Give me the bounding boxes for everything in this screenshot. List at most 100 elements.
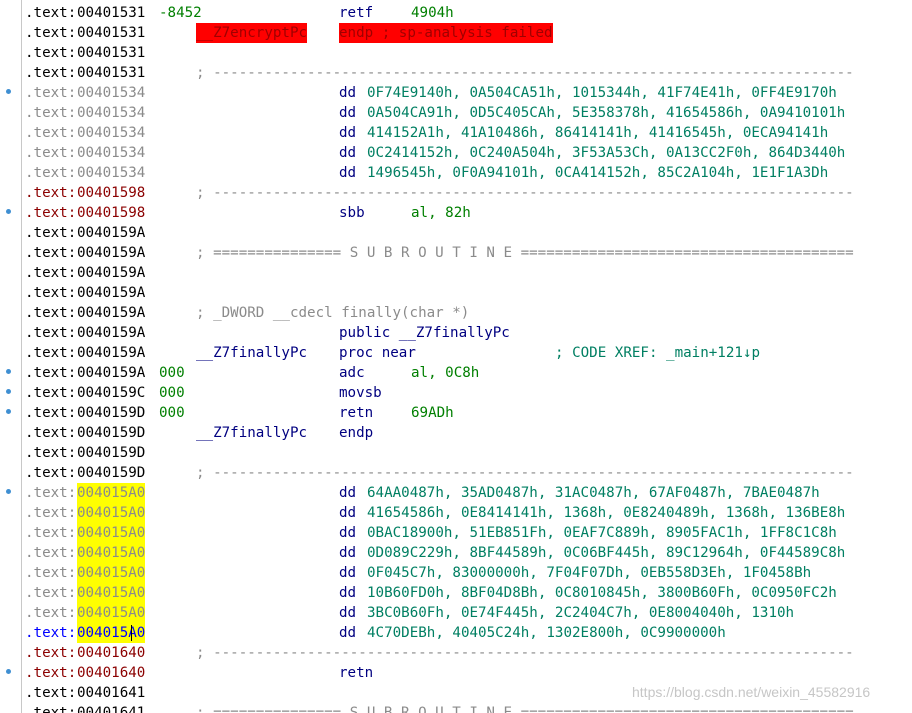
address-offset[interactable]: 00401640 (77, 643, 145, 663)
function-label[interactable]: __Z7finallyPc (196, 343, 307, 363)
address-offset[interactable]: 0040159D (77, 463, 145, 483)
instruction-operand[interactable]: 1496545h, 0F0A94101h, 0CA414152h, 85C2A1… (367, 163, 828, 183)
address-offset[interactable]: 00401531 (77, 63, 145, 83)
disasm-line[interactable]: .text: 0040159D 000 retn 69ADh (0, 403, 912, 423)
address-offset[interactable]: 004015A0 (77, 603, 146, 623)
disasm-line[interactable]: .text: 00401640 ; ------------------------… (0, 643, 912, 663)
instruction-mnemonic[interactable]: proc near (339, 343, 416, 363)
address-segment[interactable]: .text: (25, 43, 77, 63)
disasm-line[interactable]: .text: 0040159A (0, 263, 912, 283)
instruction-mnemonic[interactable]: endp (339, 423, 373, 443)
instruction-operand[interactable]: 0F74E9140h, 0A504CA51h, 1015344h, 41F74E… (367, 83, 837, 103)
instruction-mnemonic[interactable]: dd (339, 583, 356, 603)
instruction-mnemonic[interactable]: sbb (339, 203, 365, 223)
address-segment[interactable]: .text: (25, 683, 77, 703)
address-segment[interactable]: .text: (25, 283, 77, 303)
address-segment[interactable]: .text: (25, 103, 77, 123)
address-segment[interactable]: .text: (25, 223, 77, 243)
instruction-operand[interactable]: 64AA0487h, 35AD0487h, 31AC0487h, 67AF048… (367, 483, 820, 503)
instruction-mnemonic[interactable]: public __Z7finallyPc (339, 323, 510, 343)
instruction-mnemonic[interactable]: dd (339, 163, 356, 183)
address-offset[interactable]: 00401534 (77, 143, 145, 163)
disasm-line[interactable]: .text: 00401534 dd 0F74E9140h, 0A504CA51h, … (0, 83, 912, 103)
instruction-operand[interactable]: 0C2414152h, 0C240A504h, 3F53A53Ch, 0A13C… (367, 143, 845, 163)
address-segment[interactable]: .text: (25, 463, 77, 483)
address-offset[interactable]: 0040159D (77, 423, 145, 443)
instruction-operand[interactable]: 0A504CA91h, 0D5C405CAh, 5E358378h, 41654… (367, 103, 845, 123)
instruction-mnemonic[interactable]: retf (339, 3, 373, 23)
address-offset[interactable]: 00401641 (77, 683, 145, 703)
disasm-line[interactable]: .text: 0040159A ; _DWORD __cdecl finally(c… (0, 303, 912, 323)
disasm-line[interactable]: .text: 00401534 dd 1496545h, 0F0A94101h, 0C… (0, 163, 912, 183)
disasm-line[interactable]: .text: 00401531 ; ------------------------… (0, 63, 912, 83)
breakpoint-dot-icon[interactable] (6, 489, 11, 494)
address-segment[interactable]: .text: (25, 183, 77, 203)
breakpoint-dot-icon[interactable] (6, 669, 11, 674)
disasm-line[interactable]: .text: 00401531 -8452 retf 4904h (0, 3, 912, 23)
address-segment[interactable]: .text: (25, 503, 77, 523)
disasm-line[interactable]: .text: 00401531 (0, 43, 912, 63)
instruction-mnemonic[interactable]: adc (339, 363, 365, 383)
disasm-line[interactable]: .text: 00401534 dd 0A504CA91h, 0D5C405CAh, … (0, 103, 912, 123)
address-segment[interactable]: .text: (25, 703, 77, 713)
breakpoint-dot-icon[interactable] (6, 209, 11, 214)
instruction-operand[interactable]: al, 0C8h (411, 363, 479, 383)
address-offset[interactable]: 0040159A (77, 243, 145, 263)
instruction-operand[interactable]: 41654586h, 0E8414141h, 1368h, 0E8240489h… (367, 503, 845, 523)
disasm-line[interactable]: .text: 004015A0 dd 64AA0487h, 35AD0487h, 31… (0, 483, 912, 503)
address-segment[interactable]: .text: (25, 143, 77, 163)
address-offset[interactable]: 004015A0 (77, 523, 146, 543)
address-segment[interactable]: .text: (25, 303, 77, 323)
disasm-line[interactable]: .text: 004015A0 dd 10B60FD0h, 8BF04D8Bh, 0C… (0, 583, 912, 603)
address-offset[interactable]: 00401641 (77, 703, 145, 713)
disasm-line[interactable]: .text: 0040159C 000 movsb (0, 383, 912, 403)
address-segment[interactable]: .text: (25, 203, 77, 223)
address-offset[interactable]: 00401534 (77, 103, 145, 123)
address-offset[interactable]: 0040159A (77, 363, 145, 383)
disasm-line[interactable]: .text: 004015A0 dd 41654586h, 0E8414141h, 1… (0, 503, 912, 523)
instruction-mnemonic[interactable]: dd (339, 483, 356, 503)
address-segment[interactable]: .text: (25, 63, 77, 83)
disasm-line[interactable]: .text: 00401534 dd 414152A1h, 41A10486h, 86… (0, 123, 912, 143)
address-segment[interactable]: .text: (25, 623, 77, 643)
disasm-line[interactable]: .text: 0040159A (0, 283, 912, 303)
address-offset[interactable]: 004015A0 (77, 483, 146, 503)
instruction-mnemonic[interactable]: retn (339, 403, 373, 423)
address-segment[interactable]: .text: (25, 483, 77, 503)
disasm-line[interactable]: .text: 00401598 ; ------------------------… (0, 183, 912, 203)
address-offset[interactable]: 00401640 (77, 663, 145, 683)
address-segment[interactable]: .text: (25, 403, 77, 423)
address-segment[interactable]: .text: (25, 243, 77, 263)
xref-comment[interactable]: ; CODE XREF: _main+121↓p (555, 343, 760, 363)
disasm-line[interactable]: .text: 004015A0 dd 0F045C7h, 83000000h, 7F0… (0, 563, 912, 583)
disasm-line[interactable]: .text: 0040159D __Z7finallyPc endp (0, 423, 912, 443)
address-offset[interactable]: 004015A0 (77, 543, 146, 563)
disasm-line[interactable]: .text: 004015A0 dd 0BAC18900h, 51EB851Fh, 0… (0, 523, 912, 543)
function-label[interactable]: __Z7finallyPc (196, 423, 307, 443)
instruction-mnemonic[interactable]: dd (339, 83, 356, 103)
disasm-line[interactable]: .text: 004015A0 dd 3BC0B60Fh, 0E74F445h, 2C… (0, 603, 912, 623)
address-segment[interactable]: .text: (25, 543, 77, 563)
breakpoint-dot-icon[interactable] (6, 389, 11, 394)
address-segment[interactable]: .text: (25, 123, 77, 143)
address-segment[interactable]: .text: (25, 663, 77, 683)
instruction-operand[interactable]: 3BC0B60Fh, 0E74F445h, 2C2404C7h, 0E80040… (367, 603, 794, 623)
instruction-operand[interactable]: 0D089C229h, 8BF44589h, 0C06BF445h, 89C12… (367, 543, 845, 563)
address-offset[interactable]: 0040159D (77, 443, 145, 463)
disasm-line[interactable]: .text: 0040159D ; ------------------------… (0, 463, 912, 483)
instruction-mnemonic[interactable]: endp ; sp-analysis failed (339, 23, 553, 43)
address-segment[interactable]: .text: (25, 163, 77, 183)
instruction-operand[interactable]: 4C70DEBh, 40405C24h, 1302E800h, 0C990000… (367, 623, 726, 643)
address-segment[interactable]: .text: (25, 343, 77, 363)
address-offset[interactable]: 004015A0 (77, 583, 146, 603)
address-offset[interactable]: 0040159A (77, 343, 145, 363)
instruction-operand[interactable]: 0BAC18900h, 51EB851Fh, 0EAF7C889h, 8905F… (367, 523, 837, 543)
disasm-line[interactable]: .text: 004015A0 dd 0D089C229h, 8BF44589h, 0… (0, 543, 912, 563)
disasm-line[interactable]: .text: 0040159A 000 adc al, 0C8h (0, 363, 912, 383)
instruction-mnemonic[interactable]: dd (339, 543, 356, 563)
address-segment[interactable]: .text: (25, 3, 77, 23)
breakpoint-dot-icon[interactable] (6, 409, 11, 414)
breakpoint-dot-icon[interactable] (6, 89, 11, 94)
disasm-line[interactable]: .text: 00401531 __Z7encryptPc endp ; sp-ana… (0, 23, 912, 43)
instruction-mnemonic[interactable]: dd (339, 623, 356, 643)
